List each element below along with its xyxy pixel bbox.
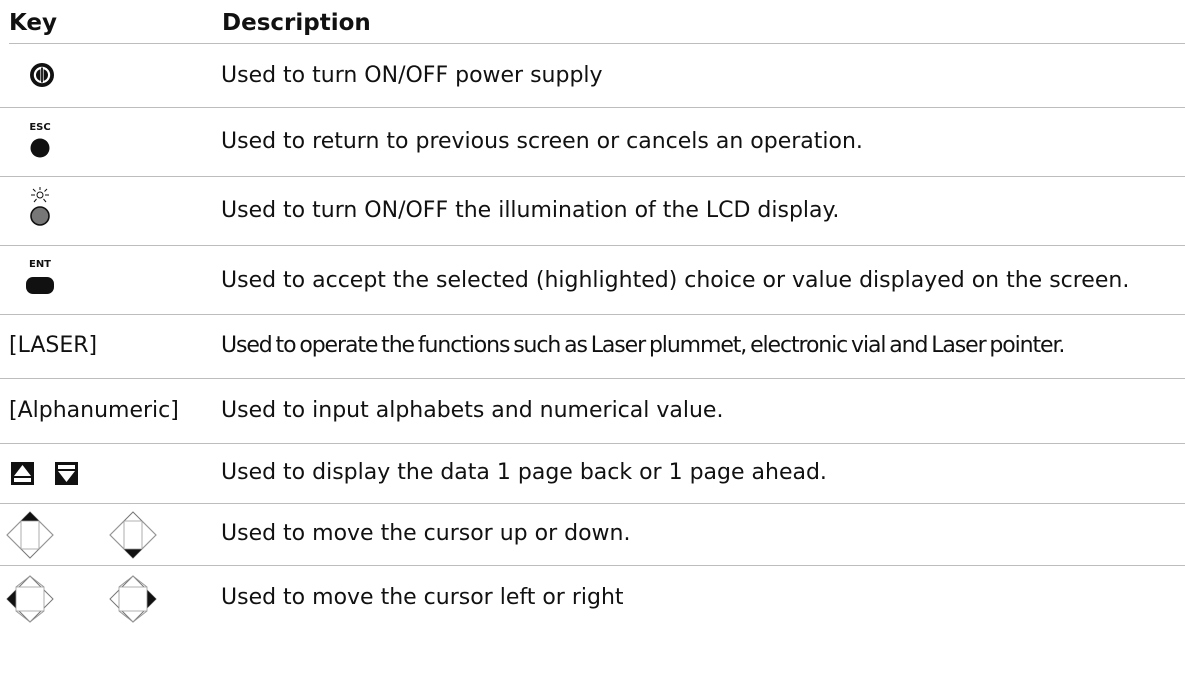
cursor-left-icon bbox=[6, 575, 54, 623]
table-row: Used to move the cursor left or right bbox=[0, 566, 1185, 684]
table-row: [LASER] Used to operate the functions su… bbox=[0, 315, 1185, 378]
esc-key-label: ESC bbox=[29, 122, 50, 133]
esc-key-icon: ESC bbox=[29, 122, 51, 158]
table-row: [Alphanumeric] Used to input alphabets a… bbox=[0, 379, 1185, 443]
illumination-key-icon bbox=[30, 187, 50, 226]
table-header: Key Description bbox=[0, 0, 1185, 44]
key-cell bbox=[0, 444, 215, 503]
cursor-up-icon bbox=[6, 511, 54, 559]
row-description: Used to return to previous screen or can… bbox=[221, 129, 863, 154]
cursor-left-right-keys-icon bbox=[6, 575, 157, 623]
key-laser: [LASER] bbox=[9, 333, 98, 358]
ent-key-label: ENT bbox=[29, 259, 51, 270]
table-row: ENT Used to accept the selected (highlig… bbox=[0, 246, 1185, 314]
row-description: Used to move the cursor up or down. bbox=[221, 521, 631, 546]
page-up-icon bbox=[11, 462, 34, 485]
key-cell bbox=[0, 566, 215, 684]
key-cell bbox=[0, 504, 215, 565]
row-description: Used to input alphabets and numerical va… bbox=[221, 398, 724, 423]
cursor-right-icon bbox=[109, 575, 157, 623]
header-description: Description bbox=[222, 10, 371, 36]
table-row: Used to move the cursor up or down. bbox=[0, 504, 1185, 565]
row-description: Used to turn ON/OFF power supply bbox=[221, 63, 603, 88]
power-key-icon bbox=[30, 63, 54, 87]
table-row: Used to turn ON/OFF the illumination of … bbox=[0, 177, 1185, 245]
key-cell bbox=[0, 44, 215, 107]
row-description: Used to accept the selected (highlighted… bbox=[221, 268, 1130, 293]
cursor-down-icon bbox=[109, 511, 157, 559]
table-row: Used to turn ON/OFF power supply bbox=[0, 44, 1185, 107]
row-description: Used to turn ON/OFF the illumination of … bbox=[221, 198, 840, 223]
key-alphanumeric: [Alphanumeric] bbox=[9, 398, 179, 423]
key-cell: ESC bbox=[0, 108, 215, 176]
key-cell bbox=[0, 177, 215, 245]
row-description: Used to move the cursor left or right bbox=[221, 585, 624, 610]
row-description: Used to display the data 1 page back or … bbox=[221, 460, 827, 485]
header-key: Key bbox=[9, 10, 58, 36]
page-down-icon bbox=[55, 462, 78, 485]
row-description: Used to operate the functions such as La… bbox=[221, 333, 1065, 358]
table-row: ESC Used to return to previous screen or… bbox=[0, 108, 1185, 176]
table-row: Used to display the data 1 page back or … bbox=[0, 444, 1185, 503]
page-up-down-keys-icon bbox=[11, 462, 78, 485]
key-cell: ENT bbox=[0, 246, 215, 314]
ent-key-icon: ENT bbox=[26, 259, 54, 294]
cursor-up-down-keys-icon bbox=[6, 511, 157, 559]
